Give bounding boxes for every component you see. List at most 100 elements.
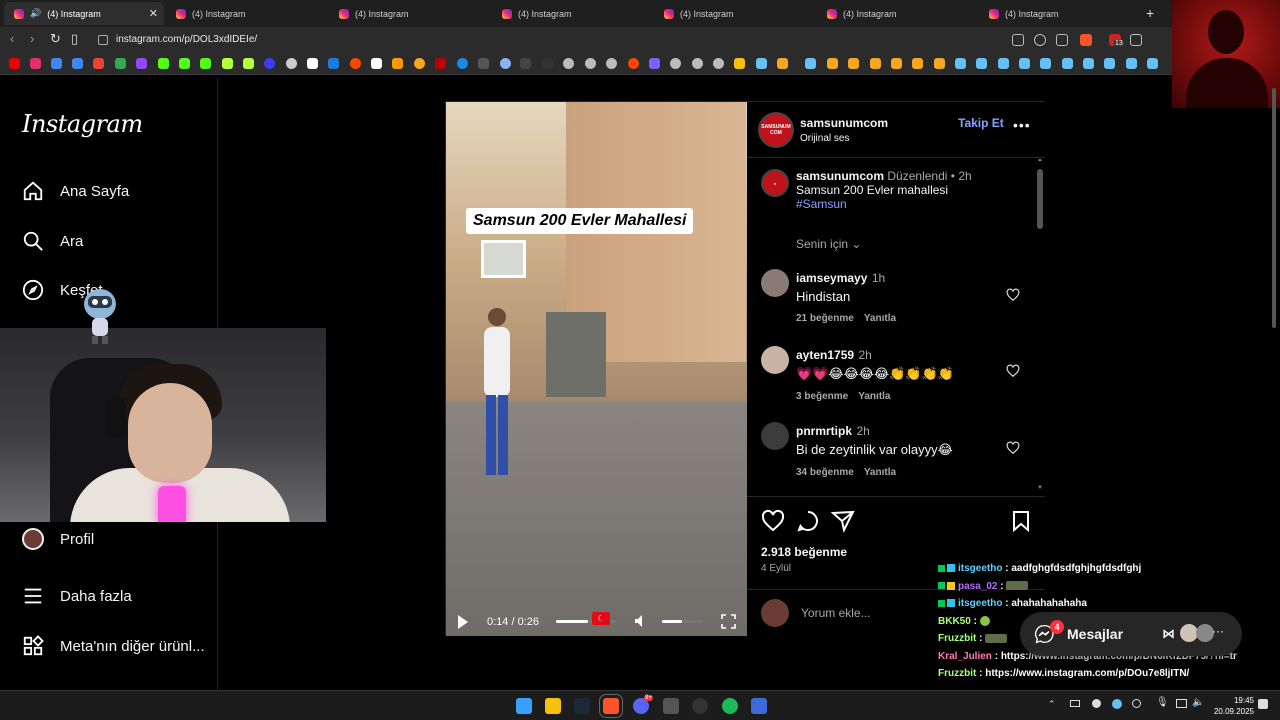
steam-bookmark-icon[interactable]: [998, 58, 1009, 69]
bookmark-icon[interactable]: [649, 58, 660, 69]
bookmark-icon[interactable]: [328, 58, 339, 69]
bookmark-icon[interactable]: [891, 58, 902, 69]
steam-bookmark-icon[interactable]: [1126, 58, 1137, 69]
scroll-thumb[interactable]: [1272, 88, 1276, 328]
avatar[interactable]: [761, 346, 789, 374]
tray-icon[interactable]: [1132, 699, 1141, 708]
site-settings-icon[interactable]: [98, 35, 108, 45]
fullscreen-icon[interactable]: [721, 614, 736, 629]
bookmark-icon[interactable]: [51, 58, 62, 69]
folder-bookmark-icon[interactable]: [734, 58, 745, 69]
audio-label[interactable]: Orijinal ses: [800, 133, 849, 144]
system-clock[interactable]: 19:45 20.09.2025: [1210, 695, 1254, 717]
like-heart-icon[interactable]: [761, 509, 785, 533]
save-bookmark-icon[interactable]: [1009, 509, 1033, 533]
reddit-bookmark-icon[interactable]: [350, 58, 361, 69]
x-bookmark-icon[interactable]: [307, 58, 318, 69]
gmail-bookmark-icon[interactable]: [93, 58, 104, 69]
bookmark-icon[interactable]: [585, 58, 596, 69]
tray-icon[interactable]: [1092, 699, 1101, 708]
bookmark-icon[interactable]: [777, 58, 788, 69]
sidebar-item-search[interactable]: Ara: [22, 230, 83, 252]
comment-likes[interactable]: 34 beğenme: [796, 467, 854, 478]
steam-bookmark-icon[interactable]: [756, 58, 767, 69]
file-explorer-icon[interactable]: [545, 698, 561, 714]
steam-bookmark-icon[interactable]: [805, 58, 816, 69]
instagram-bookmark-icon[interactable]: [30, 58, 41, 69]
network-icon[interactable]: [1176, 699, 1187, 708]
reel-video[interactable]: Samsun 200 Evler Mahallesi 0:14 / 0:26 ☾: [446, 102, 747, 636]
reply-button[interactable]: Yanıtla: [864, 313, 896, 324]
chevron-up-icon[interactable]: ⌃: [1048, 699, 1056, 710]
browser-tab[interactable]: (4) Instagram: [979, 2, 1139, 25]
scroll-up-icon[interactable]: ▲: [1037, 159, 1043, 163]
app-icon[interactable]: [663, 698, 679, 714]
bookmark-icon[interactable]: [457, 58, 468, 69]
bookmark-icon[interactable]: [286, 58, 297, 69]
bookmark-icon[interactable]: [435, 58, 446, 69]
hashtag-link[interactable]: #Samsun: [796, 197, 1011, 211]
browser-tab[interactable]: (4) Instagram: [817, 2, 977, 25]
browser-tab[interactable]: (4) Instagram: [492, 2, 652, 25]
comment-likes[interactable]: 3 beğenme: [796, 391, 848, 402]
avatar[interactable]: [761, 269, 789, 297]
steam-bookmark-icon[interactable]: [1040, 58, 1051, 69]
scroll-down-icon[interactable]: ▼: [1037, 485, 1043, 491]
comment-likes[interactable]: 21 beğenme: [796, 313, 854, 324]
bookmark-icon[interactable]: [848, 58, 859, 69]
browser-tab[interactable]: (4) Instagram: [329, 2, 489, 25]
browser-tab[interactable]: 🔊 (4) Instagram ✕: [4, 2, 164, 25]
steam-tray-icon[interactable]: [1112, 699, 1122, 709]
bookmark-icon[interactable]: [606, 58, 617, 69]
bookmark-icon[interactable]: [264, 58, 275, 69]
kick-bookmark-icon[interactable]: [158, 58, 169, 69]
author-avatar[interactable]: ●: [761, 169, 789, 197]
address-bar[interactable]: instagram.com/p/DOL3xdIDEIe/: [90, 30, 1100, 50]
caption-author[interactable]: samsunumcom: [796, 169, 884, 183]
brave-icon[interactable]: [599, 694, 623, 718]
reddit-bookmark-icon[interactable]: [628, 58, 639, 69]
drive-bookmark-icon[interactable]: [115, 58, 126, 69]
author-avatar[interactable]: SAMSUNUM COM: [758, 112, 794, 148]
obs-icon[interactable]: [692, 698, 708, 714]
back-icon[interactable]: ‹: [10, 31, 14, 46]
scroll-thumb[interactable]: [1037, 169, 1043, 229]
wallet-icon[interactable]: [1130, 34, 1142, 46]
comment-filter-dropdown[interactable]: Senin için ⌄: [796, 237, 861, 251]
bookmark-icon[interactable]: [520, 58, 531, 69]
likes-count[interactable]: 2.918 beğenme: [761, 545, 847, 559]
bookmark-icon[interactable]: [870, 58, 881, 69]
bookmark-icon[interactable]: [912, 58, 923, 69]
more-icon[interactable]: ···: [1212, 624, 1224, 638]
comments-scrollbar[interactable]: ▲ ▼: [1037, 159, 1043, 495]
avatar[interactable]: [761, 422, 789, 450]
cast-icon[interactable]: [1012, 34, 1024, 46]
heart-icon[interactable]: [1006, 441, 1020, 455]
bookmark-icon[interactable]: [243, 58, 254, 69]
bookmark-icon[interactable]: [222, 58, 233, 69]
app-icon[interactable]: [751, 698, 767, 714]
bookmark-icon[interactable]: [934, 58, 945, 69]
steam-bookmark-icon[interactable]: [955, 58, 966, 69]
steam-bookmark-icon[interactable]: [1147, 58, 1158, 69]
twitch-bookmark-icon[interactable]: [136, 58, 147, 69]
bookmark-icon[interactable]: [713, 58, 724, 69]
browser-tab[interactable]: (4) Instagram: [654, 2, 814, 25]
sidebar-item-home[interactable]: Ana Sayfa: [22, 180, 129, 202]
start-icon[interactable]: [516, 698, 532, 714]
heart-icon[interactable]: [1006, 288, 1020, 302]
comment-icon[interactable]: [796, 509, 820, 533]
steam-bookmark-icon[interactable]: [1083, 58, 1094, 69]
sidebar-item-meta[interactable]: Meta'nın diğer ürünl...: [22, 635, 205, 657]
notifications-icon[interactable]: [1258, 699, 1268, 709]
steam-bookmark-icon[interactable]: [976, 58, 987, 69]
microphone-tray-icon[interactable]: 🎙: [1156, 697, 1169, 708]
close-tab-icon[interactable]: ✕: [149, 7, 158, 20]
kick-bookmark-icon[interactable]: [179, 58, 190, 69]
comments-section[interactable]: ▲ ▼ ● samsunumcom Düzenlendi • 2h Samsun…: [747, 159, 1045, 495]
volume-slider[interactable]: [662, 620, 702, 623]
play-button[interactable]: [458, 615, 468, 629]
sidebar-item-more[interactable]: Daha fazla: [22, 585, 132, 607]
steam-bookmark-icon[interactable]: [1019, 58, 1030, 69]
battery-icon[interactable]: [1070, 700, 1080, 707]
